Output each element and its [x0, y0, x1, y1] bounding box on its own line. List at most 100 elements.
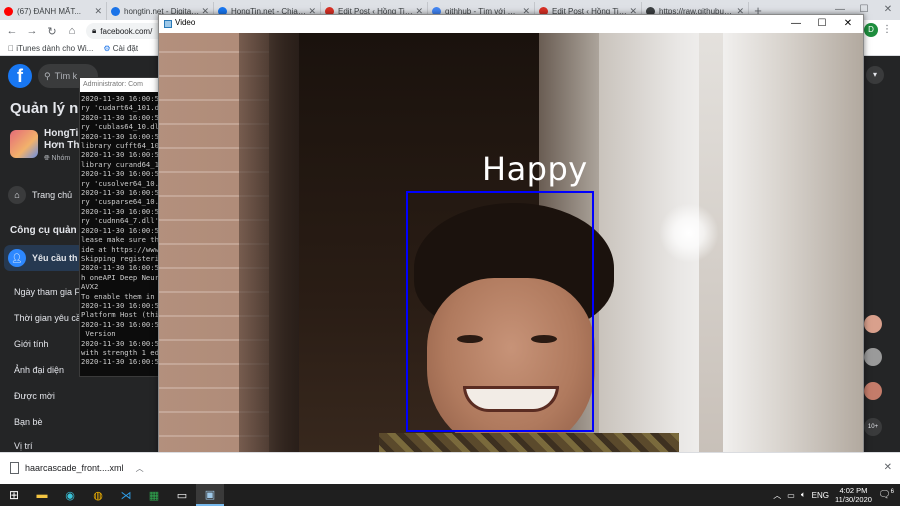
start-icon[interactable]: ⊞	[0, 484, 28, 506]
console-line: Platform Host (this	[81, 310, 161, 320]
clock-time: 4:02 PM	[839, 486, 868, 495]
home-icon: ⌂	[8, 186, 26, 204]
face-bounding-box	[406, 191, 594, 432]
filter-item[interactable]: Bạn bè	[14, 417, 43, 427]
browser-menu-icon[interactable]: ⋮	[882, 24, 892, 35]
windows-taskbar: ⊞ ▬ ◉ ◍ ⋊ ▦ ▭ ▣ ︿ ▭ 🔈︎ ENG 4:02 PM 11/30…	[0, 484, 900, 506]
clock-date: 11/30/2020	[834, 495, 872, 504]
notification-icon[interactable]: 🗨︎6	[878, 489, 894, 500]
spreadsheet-icon[interactable]: ▦	[140, 484, 168, 506]
terminal-icon[interactable]: ▭	[168, 484, 196, 506]
console-line: ry 'cublas64_10.dl	[81, 122, 159, 132]
wall-shadow	[239, 33, 299, 483]
console-line: 2020-11-30 16:00:5	[81, 206, 159, 216]
bright-window	[599, 33, 863, 483]
contact-avatar[interactable]	[864, 348, 882, 366]
facebook-logo-icon[interactable]: f	[8, 64, 32, 88]
tab-label: (67) ĐÁNH MẤT...	[17, 6, 82, 16]
bookmark-itunes[interactable]:  iTunes dành cho Wi...	[8, 44, 93, 53]
console-line: ide at https://www.	[81, 244, 161, 254]
back-icon[interactable]: ←	[6, 25, 18, 37]
system-tray: ︿ ▭ 🔈︎ ENG 4:02 PM 11/30/2020 🗨︎6	[773, 484, 894, 506]
console-line: 2020-11-30 16:00:5	[81, 357, 159, 367]
download-item[interactable]: haarcascade_front....xml ︿	[10, 462, 144, 474]
chevron-up-icon[interactable]: ︿	[136, 463, 144, 474]
console-line: 2020-11-30 16:00:5	[81, 188, 159, 198]
gear-icon: ⚙	[103, 44, 110, 53]
filter-item[interactable]: Vị trí	[14, 441, 33, 451]
browser-tab[interactable]: (67) ĐÁNH MẤT... ✕	[0, 2, 107, 20]
console-line: ry 'cusparse64_10.	[81, 197, 159, 207]
console-line: 2020-11-30 16:00:5	[81, 319, 159, 329]
console-line: lease make sure the	[81, 235, 161, 245]
tab-favicon-icon	[111, 6, 120, 16]
home-icon[interactable]: ⌂	[66, 25, 78, 37]
download-filename: haarcascade_front....xml	[25, 463, 124, 473]
console-line: library cufft64_10.	[81, 141, 161, 151]
light-glare	[659, 203, 719, 263]
group-thumbnail[interactable]	[10, 130, 38, 158]
console-line: AVX2	[81, 282, 99, 292]
filter-item[interactable]: Ảnh đại diện	[14, 365, 64, 375]
console-line: To enable them in	[81, 291, 159, 301]
contact-avatar[interactable]	[864, 382, 882, 400]
edge-icon[interactable]: ◉	[56, 484, 84, 506]
group-name[interactable]: HongTi Hơn Th	[44, 128, 84, 152]
page-title: Quản lý nh	[10, 100, 88, 117]
contact-more-badge[interactable]: 10+	[864, 418, 882, 436]
console-output: 2020-11-30 16:00:5 ry 'cudart64_101.d 2020…	[80, 92, 160, 367]
tab-close-icon[interactable]: ✕	[94, 6, 102, 17]
file-explorer-icon[interactable]: ▬	[28, 484, 56, 506]
console-line: 2020-11-30 16:00:5	[81, 131, 159, 141]
speaker-icon[interactable]: 🔈︎	[801, 490, 806, 500]
forward-icon[interactable]: →	[26, 25, 38, 37]
video-window: Video — ☐ ✕ Happy	[158, 14, 864, 484]
video-app-icon[interactable]: ▣	[196, 484, 224, 506]
clock[interactable]: 4:02 PM 11/30/2020	[835, 486, 872, 504]
command-prompt-window[interactable]: Administrator: Com 2020-11-30 16:00:5 ry …	[79, 77, 161, 377]
console-line: 2020-11-30 16:00:5	[81, 225, 159, 235]
browser-close-button[interactable]: ✕	[876, 0, 900, 20]
tools-header: Công cụ quản t	[10, 225, 83, 236]
camera-frame: Happy	[159, 33, 863, 483]
filter-item[interactable]: Ngày tham gia F	[14, 287, 80, 297]
filter-item[interactable]: Được mời	[14, 391, 55, 401]
console-line: 2020-11-30 16:00:5	[81, 169, 159, 179]
console-line: library curand64_1	[81, 159, 159, 169]
video-maximize-button[interactable]: ☐	[809, 15, 835, 33]
bookmark-settings[interactable]: ⚙ Cài đặt	[103, 44, 138, 53]
notification-count: 6	[890, 489, 894, 496]
tray-chevron-icon[interactable]: ︿	[773, 490, 781, 501]
console-line: Version	[81, 329, 116, 339]
console-line: 2020-11-30 16:00:5	[81, 338, 159, 348]
sidebar-item-requests[interactable]: 👤︎ Yêu cầu th	[8, 249, 78, 267]
console-line: 2020-11-30 16:00:5	[81, 150, 159, 160]
address-text: facebook.com/	[100, 26, 153, 36]
filter-item[interactable]: Thời gian yêu cầ	[14, 313, 81, 323]
group-type: 🌐︎ Nhóm	[44, 155, 71, 162]
chrome-icon[interactable]: ◍	[84, 484, 112, 506]
contact-avatar[interactable]	[864, 315, 882, 333]
search-icon: ⚲	[44, 70, 51, 81]
console-title: Administrator: Com	[80, 78, 160, 92]
video-titlebar[interactable]: Video — ☐ ✕	[159, 15, 863, 33]
filter-item[interactable]: Giới tính	[14, 339, 48, 349]
video-close-button[interactable]: ✕	[835, 15, 861, 33]
language-indicator[interactable]: ENG	[812, 491, 829, 500]
reload-icon[interactable]: ↻	[46, 25, 58, 38]
video-minimize-button[interactable]: —	[783, 15, 809, 33]
close-icon[interactable]: ✕	[884, 462, 892, 473]
battery-icon[interactable]: ▭	[787, 491, 795, 500]
chevron-down-icon[interactable]: ▾	[866, 66, 884, 84]
download-bar: haarcascade_front....xml ︿ ✕	[0, 452, 900, 484]
console-line: 2020-11-30 16:00:5	[81, 94, 159, 103]
console-line: 2020-11-30 16:00:5	[81, 300, 159, 310]
sidebar-item-home[interactable]: ⌂ Trang chủ	[8, 186, 72, 204]
console-line: h oneAPI Deep Neur	[81, 272, 159, 282]
vscode-icon[interactable]: ⋊	[112, 484, 140, 506]
console-line: ry 'cudart64_101.d	[81, 103, 159, 113]
profile-avatar[interactable]: D	[864, 23, 878, 37]
console-line: ry 'cudnn64_7.dll'	[81, 216, 159, 226]
window-icon	[164, 20, 172, 28]
console-line: Skipping registerin	[81, 253, 161, 263]
